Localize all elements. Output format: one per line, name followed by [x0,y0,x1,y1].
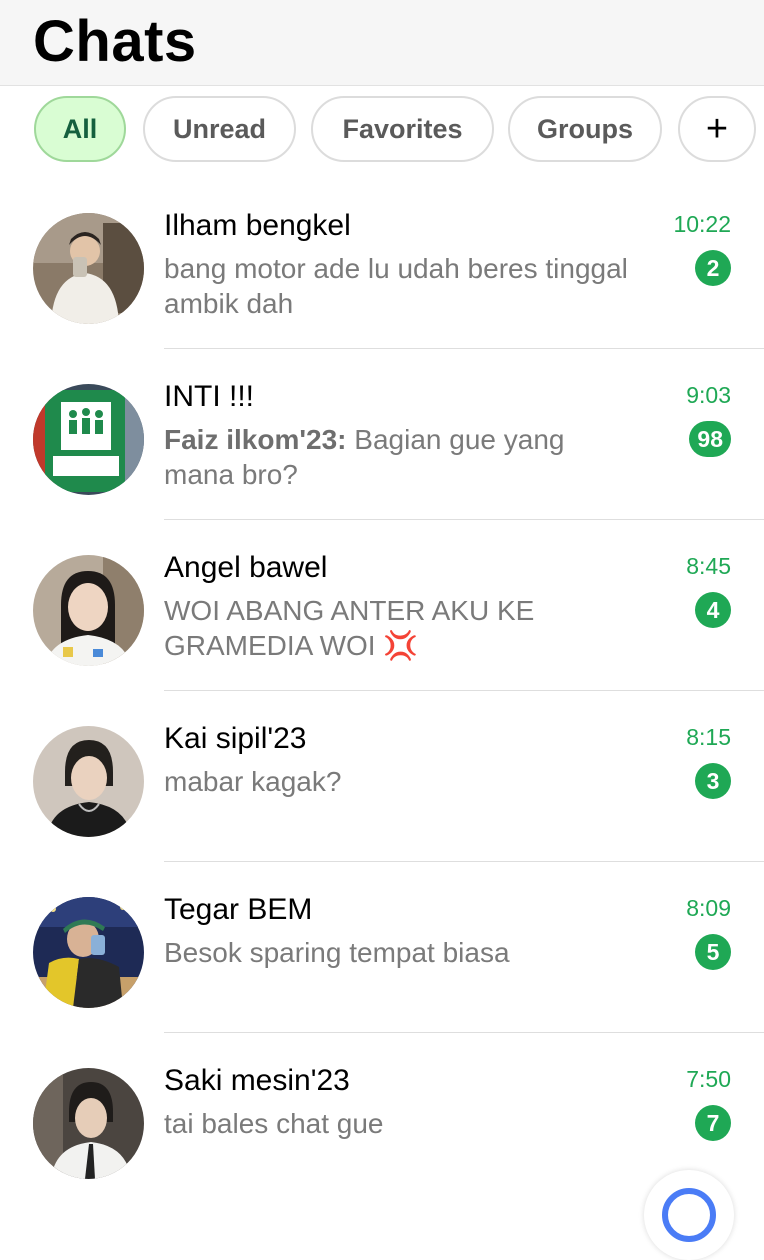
unread-badge: 7 [695,1105,731,1141]
unread-badge: 98 [689,421,731,457]
filter-all[interactable]: All [34,96,126,162]
chat-time: 9:03 [686,382,731,408]
message-text: WOI ABANG ANTER AKU KE GRAMEDIA WOI 💢 [164,595,535,661]
filter-unread[interactable]: Unread [143,96,296,162]
person-photo-icon [33,555,144,666]
chat-row[interactable]: Saki mesin'23 tai bales chat gue 7:50 7 [0,1033,764,1204]
unread-badge: 4 [695,592,731,628]
chat-name: Saki mesin'23 [164,1064,350,1097]
filter-favorites[interactable]: Favorites [311,96,494,162]
unread-badge: 3 [695,763,731,799]
chat-preview: Faiz ilkom'23: Bagian gue yang mana bro? [164,422,634,492]
page-title: Chats [33,9,197,74]
person-photo-icon [33,1068,144,1179]
chat-preview: WOI ABANG ANTER AKU KE GRAMEDIA WOI 💢 [164,593,634,663]
chat-name: Kai sipil'23 [164,722,307,755]
chat-row[interactable]: INTI !!! Faiz ilkom'23: Bagian gue yang … [0,349,764,520]
chat-time: 8:15 [686,724,731,750]
chat-preview: bang motor ade lu udah beres tinggal amb… [164,251,634,321]
chat-name: Tegar BEM [164,893,313,926]
chat-preview: mabar kagak? [164,764,634,799]
chat-preview: tai bales chat gue [164,1106,634,1141]
avatar[interactable] [33,213,144,324]
person-photo-icon [33,897,144,1008]
avatar[interactable] [33,726,144,837]
assembly-point-sign-icon [33,384,144,495]
message-text: mabar kagak? [164,766,342,797]
chat-row[interactable]: Ilham bengkel bang motor ade lu udah ber… [0,178,764,349]
person-photo-icon [33,213,144,324]
chat-preview: Besok sparing tempat biasa [164,935,634,970]
avatar[interactable] [33,384,144,495]
avatar[interactable] [33,555,144,666]
avatar[interactable] [33,1068,144,1179]
chat-name: Ilham bengkel [164,209,351,242]
sender-name: Faiz ilkom'23: [164,424,347,455]
filter-groups[interactable]: Groups [508,96,662,162]
chat-name: Angel bawel [164,551,328,584]
unread-badge: 2 [695,250,731,286]
meta-ai-icon [662,1188,716,1242]
filter-bar: All Unread Favorites Groups + [0,96,764,164]
add-filter-button[interactable]: + [678,96,756,162]
avatar[interactable] [33,897,144,1008]
chat-time: 8:09 [686,895,731,921]
message-text: tai bales chat gue [164,1108,384,1139]
chat-row[interactable]: Kai sipil'23 mabar kagak? 8:15 3 [0,691,764,862]
chat-time: 8:45 [686,553,731,579]
unread-badge: 5 [695,934,731,970]
message-text: bang motor ade lu udah beres tinggal amb… [164,253,628,319]
chat-time: 10:22 [673,211,731,237]
chat-row[interactable]: Angel bawel WOI ABANG ANTER AKU KE GRAME… [0,520,764,691]
message-text: Besok sparing tempat biasa [164,937,510,968]
chat-time: 7:50 [686,1066,731,1092]
chat-row[interactable]: Tegar BEM Besok sparing tempat biasa 8:0… [0,862,764,1033]
header: Chats [0,0,764,86]
meta-ai-button[interactable] [644,1170,734,1260]
person-photo-icon [33,726,144,837]
chat-name: INTI !!! [164,380,254,413]
